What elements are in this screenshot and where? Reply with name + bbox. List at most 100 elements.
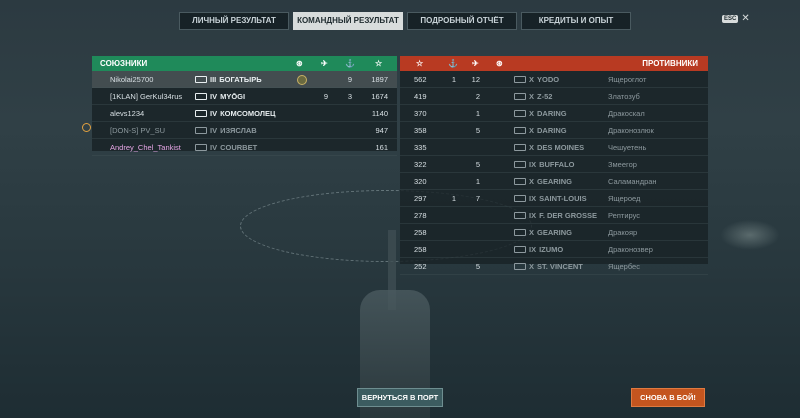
- ship-tier: X: [529, 261, 535, 271]
- ally-row[interactable]: [DON-S] PV_SU IV ИЗЯСЛАВ 947: [82, 122, 397, 139]
- player-name: Чешуетень: [608, 142, 647, 152]
- ship-class-icon: [514, 212, 526, 220]
- ship-tier: III: [210, 74, 217, 84]
- clan-icon: [82, 123, 91, 132]
- planes-value: 5: [475, 159, 480, 169]
- ship-label: КОМСОМОЛЕЦ: [220, 108, 276, 118]
- enemy-row[interactable]: 258 IX IZUMO Драконозвер: [400, 241, 708, 258]
- score-value: 562: [414, 74, 427, 84]
- score-value: 252: [414, 261, 427, 271]
- ship-class-icon: [195, 144, 207, 152]
- planes-value: 7: [475, 193, 480, 203]
- ships-destroyed-icon: ⚓: [448, 59, 458, 68]
- ship-label: DARING: [537, 108, 567, 118]
- tab-detailed-report[interactable]: ПОДРОБНЫЙ ОТЧЁТ: [407, 12, 517, 30]
- ship-label: SAINT-LOUIS: [539, 193, 587, 203]
- ships-destroyed-icon: ⚓: [345, 59, 355, 68]
- ship-name: IV ИЗЯСЛАВ: [195, 126, 257, 135]
- ship-class-icon: [514, 178, 526, 186]
- ship-class-icon: [195, 93, 207, 101]
- ship-name: IX BUFFALO: [514, 160, 575, 169]
- tab-personal-result[interactable]: ЛИЧНЫЙ РЕЗУЛЬТАТ: [179, 12, 289, 30]
- enemy-row[interactable]: 320 1 X GEARING Саламандран: [400, 173, 708, 190]
- score-value: 297: [414, 193, 427, 203]
- medal-column-icon: ⊛: [496, 59, 503, 68]
- ship-label: F. DER GROSSE: [539, 210, 598, 220]
- ally-row[interactable]: Nikolai25700 III БОГАТЫРЬ 9 1897: [92, 71, 397, 88]
- ship-tier: IV: [210, 142, 218, 152]
- score-value: 358: [414, 125, 427, 135]
- score-value: 335: [414, 142, 427, 152]
- tab-credits-xp[interactable]: КРЕДИТЫ И ОПЫТ: [521, 12, 631, 30]
- ship-label: GEARING: [537, 227, 573, 237]
- allies-header: СОЮЗНИКИ ⊛ ✈ ⚓ ☆: [92, 56, 397, 71]
- ally-row[interactable]: alevs1234 IV КОМСОМОЛЕЦ 1140: [92, 105, 397, 122]
- planes-value: 9: [323, 91, 328, 101]
- battle-again-button[interactable]: СНОВА В БОЙ!: [631, 388, 705, 407]
- water-spray: [720, 220, 780, 250]
- player-name: Andrey_Chel_Tankist: [110, 142, 181, 152]
- ship-tier: IX: [529, 159, 537, 169]
- planes-destroyed-icon: ✈: [472, 59, 479, 68]
- enemy-row[interactable]: 358 5 X DARING Драконозлюк: [400, 122, 708, 139]
- player-name: Ящероед: [608, 193, 641, 203]
- enemies-table: ☆ ⚓ ✈ ⊛ ПРОТИВНИКИ 562 1 12 X YODO Ящероглот 4…: [400, 56, 708, 275]
- ship-class-icon: [195, 127, 207, 135]
- ship-class-icon: [514, 246, 526, 254]
- tab-team-result[interactable]: КОМАНДНЫЙ РЕЗУЛЬТАТ: [293, 12, 403, 30]
- ship-name: X DES MOINES: [514, 143, 584, 152]
- enemy-row[interactable]: 258 X GEARING Дракояр: [400, 224, 708, 241]
- enemy-row[interactable]: 252 5 X ST. VINCENT Ящербес: [400, 258, 708, 275]
- player-name: Дракоскал: [608, 108, 645, 118]
- enemy-row[interactable]: 335 X DES MOINES Чешуетень: [400, 139, 708, 156]
- enemy-row[interactable]: 278 IX F. DER GROSSE Рептирус: [400, 207, 708, 224]
- score-value: 419: [414, 91, 427, 101]
- close-button[interactable]: ESC ✕: [722, 13, 750, 24]
- ship-label: COURBET: [220, 142, 258, 152]
- medal-column-icon: ⊛: [296, 59, 303, 68]
- result-tabs: ЛИЧНЫЙ РЕЗУЛЬТАТ КОМАНДНЫЙ РЕЗУЛЬТАТ ПОД…: [179, 12, 631, 30]
- ship-name: X YODO: [514, 75, 559, 84]
- kills-value: 3: [347, 91, 352, 101]
- kills-value: 9: [347, 74, 352, 84]
- ship-name: IX SAINT-LOUIS: [514, 194, 587, 203]
- score-value: 1897: [371, 74, 388, 84]
- enemy-row[interactable]: 562 1 12 X YODO Ящероглот: [400, 71, 708, 88]
- planes-value: 5: [475, 125, 480, 135]
- ship-tier: IX: [529, 210, 537, 220]
- player-name: Дракояр: [608, 227, 638, 237]
- ally-row[interactable]: Andrey_Chel_Tankist IV COURBET 161: [92, 139, 397, 156]
- enemy-row[interactable]: 297 1 7 IX SAINT-LOUIS Ящероед: [400, 190, 708, 207]
- enemy-row[interactable]: 370 1 X DARING Дракоскал: [400, 105, 708, 122]
- ship-class-icon: [514, 195, 526, 203]
- ship-label: Z-52: [537, 91, 553, 101]
- score-star-icon: ☆: [375, 59, 383, 68]
- score-value: 370: [414, 108, 427, 118]
- score-value: 161: [375, 142, 388, 152]
- ship-label: GEARING: [537, 176, 573, 186]
- ship-label: IZUMO: [539, 244, 564, 254]
- ship-class-icon: [514, 161, 526, 169]
- ship-label: БОГАТЫРЬ: [219, 74, 262, 84]
- enemy-row[interactable]: 322 5 IX BUFFALO Змеегор: [400, 156, 708, 173]
- ship-name: X Z-52: [514, 92, 552, 101]
- ally-row[interactable]: [1KLAN] GerKul34rus IV MYŌGI 9 3 1674: [92, 88, 397, 105]
- player-name: Саламандран: [608, 176, 657, 186]
- planes-value: 5: [475, 261, 480, 271]
- player-name: Ящероглот: [608, 74, 647, 84]
- ship-label: ИЗЯСЛАВ: [220, 125, 257, 135]
- enemy-row[interactable]: 419 2 X Z-52 Златозуб: [400, 88, 708, 105]
- return-to-port-button[interactable]: ВЕРНУТЬСЯ В ПОРТ: [357, 388, 443, 407]
- ship-name: IV КОМСОМОЛЕЦ: [195, 109, 275, 118]
- score-value: 278: [414, 210, 427, 220]
- score-star-icon: ☆: [416, 59, 424, 68]
- score-value: 1674: [371, 91, 388, 101]
- ship-tier: IV: [210, 125, 218, 135]
- ship-tier: X: [529, 91, 535, 101]
- planes-value: 2: [475, 91, 480, 101]
- ship-label: MYŌGI: [220, 91, 246, 101]
- kills-value: 1: [451, 193, 456, 203]
- planes-value: 12: [471, 74, 480, 84]
- score-value: 258: [414, 227, 427, 237]
- score-value: 322: [414, 159, 427, 169]
